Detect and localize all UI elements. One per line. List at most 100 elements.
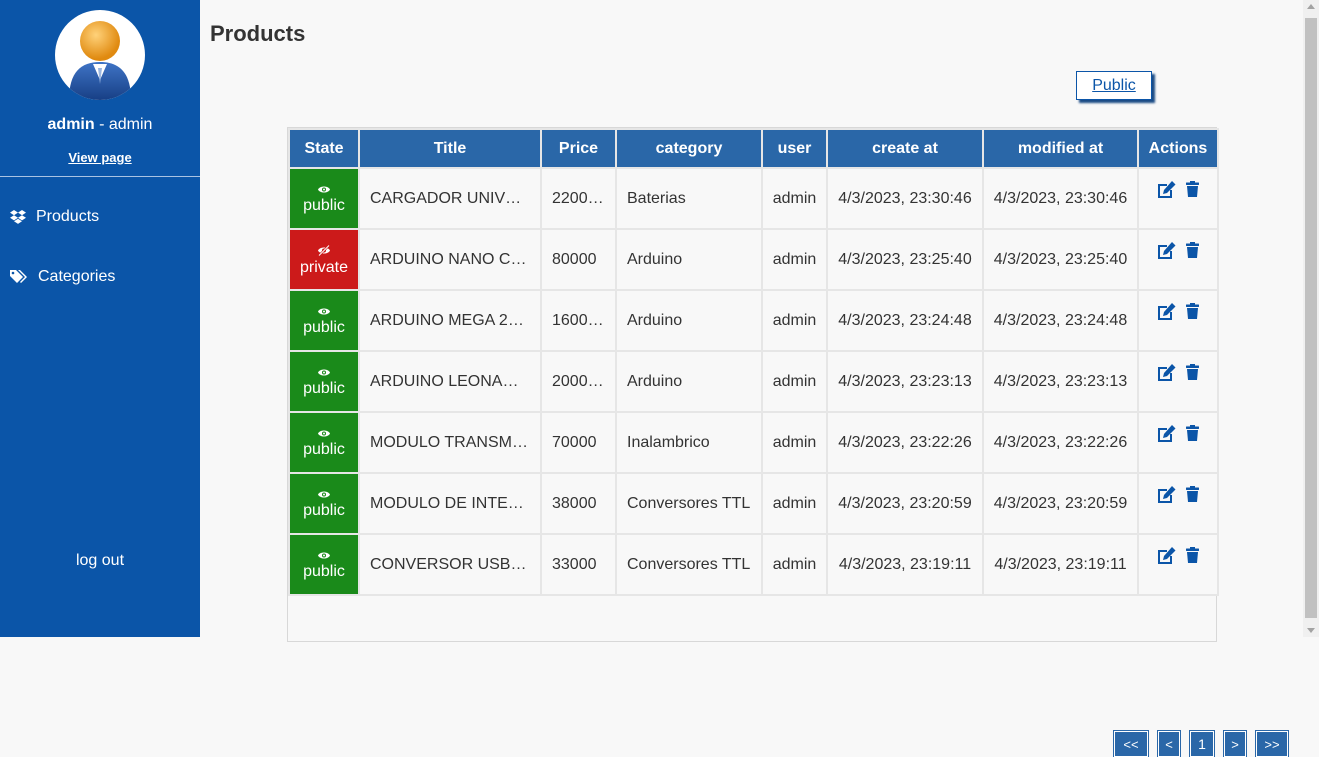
col-header-category[interactable]: category [615, 128, 763, 169]
cell-category: Arduino [615, 289, 763, 352]
avatar [55, 10, 145, 100]
state-badge[interactable]: public [288, 350, 360, 413]
state-label: public [303, 379, 345, 397]
edit-icon[interactable] [1157, 242, 1176, 264]
state-badge[interactable]: public [288, 533, 360, 596]
table-row: public CARGADOR UNIVERSAL 220000 Baterias ad… [288, 167, 1219, 230]
trash-icon[interactable] [1186, 486, 1199, 507]
page-1-button[interactable]: 1 [1190, 731, 1214, 757]
sidebar-item-categories[interactable]: Categories [10, 265, 115, 289]
col-header-actions: Actions [1137, 128, 1219, 169]
state-label: public [303, 501, 345, 519]
col-header-modified-at[interactable]: modified at [982, 128, 1139, 169]
cell-modified-at: 4/3/2023, 23:30:46 [982, 167, 1139, 230]
cell-actions [1137, 167, 1219, 230]
edit-icon[interactable] [1157, 303, 1176, 325]
col-header-title[interactable]: Title [358, 128, 542, 169]
edit-icon[interactable] [1157, 547, 1176, 569]
edit-icon[interactable] [1157, 425, 1176, 447]
cell-title: MODULO TRANSMISOR [358, 411, 542, 474]
state-label: private [299, 258, 349, 276]
state-badge[interactable]: public [288, 411, 360, 474]
table-header-row: State Title Price category user create a… [288, 128, 1219, 169]
cell-price: 160000 [540, 289, 617, 352]
state-badge[interactable]: private [288, 228, 360, 291]
sidebar: admin - admin View page Products Categor… [0, 0, 200, 637]
state-badge[interactable]: public [288, 472, 360, 535]
cell-create-at: 4/3/2023, 23:22:26 [826, 411, 984, 474]
scroll-up-arrow-icon[interactable] [1307, 4, 1315, 9]
cell-actions [1137, 533, 1219, 596]
prev-page-button[interactable]: < [1158, 731, 1180, 757]
edit-icon[interactable] [1157, 181, 1176, 203]
sidebar-item-label: Categories [38, 268, 116, 285]
cell-category: Conversores TTL [615, 533, 763, 596]
trash-icon[interactable] [1186, 547, 1199, 568]
cell-create-at: 4/3/2023, 23:20:59 [826, 472, 984, 535]
state-label: public [303, 196, 345, 214]
main-content: Products Public State Title Price catego… [200, 0, 1303, 757]
cell-user: admin [761, 350, 828, 413]
table-row: public ARDUINO LEONARDO 200000 Arduino admin… [288, 350, 1219, 413]
cell-create-at: 4/3/2023, 23:24:48 [826, 289, 984, 352]
last-page-button[interactable]: >> [1256, 731, 1288, 757]
cell-user: admin [761, 472, 828, 535]
next-page-button[interactable]: > [1224, 731, 1246, 757]
col-header-create-at[interactable]: create at [826, 128, 984, 169]
scrollbar-thumb[interactable] [1305, 18, 1317, 618]
state-badge[interactable]: public [288, 289, 360, 352]
state-label: public [303, 562, 345, 580]
eye-icon [318, 308, 330, 314]
cell-user: admin [761, 228, 828, 291]
state-badge[interactable]: public [288, 167, 360, 230]
sidebar-divider [0, 176, 200, 177]
cell-title: ARDUINO MEGA 2560 [358, 289, 542, 352]
cell-title: ARDUINO LEONARDO [358, 350, 542, 413]
user-line: admin - admin [0, 116, 200, 134]
eye-slash-icon [318, 244, 330, 256]
cell-modified-at: 4/3/2023, 23:19:11 [982, 533, 1139, 596]
trash-icon[interactable] [1186, 425, 1199, 446]
view-page-link[interactable]: View page [0, 150, 200, 165]
cell-modified-at: 4/3/2023, 23:25:40 [982, 228, 1139, 291]
cell-price: 70000 [540, 411, 617, 474]
cell-title: MODULO DE INTERFAZ [358, 472, 542, 535]
edit-icon[interactable] [1157, 364, 1176, 386]
cell-actions [1137, 228, 1219, 291]
table-row: public ARDUINO MEGA 2560 160000 Arduino admi… [288, 289, 1219, 352]
cell-user: admin [761, 289, 828, 352]
table-row: private ARDUINO NANO CH340 80000 Arduino adm… [288, 228, 1219, 291]
trash-icon[interactable] [1186, 181, 1199, 202]
col-header-state[interactable]: State [288, 128, 360, 169]
sidebar-item-products[interactable]: Products [10, 205, 99, 229]
cell-actions [1137, 289, 1219, 352]
cell-modified-at: 4/3/2023, 23:20:59 [982, 472, 1139, 535]
scroll-down-arrow-icon[interactable] [1307, 628, 1315, 633]
cell-actions [1137, 350, 1219, 413]
public-button[interactable]: Public [1076, 71, 1152, 100]
cell-user: admin [761, 533, 828, 596]
products-table-container: State Title Price category user create a… [287, 127, 1288, 757]
cell-modified-at: 4/3/2023, 23:24:48 [982, 289, 1139, 352]
trash-icon[interactable] [1186, 303, 1199, 324]
table-body: public CARGADOR UNIVERSAL 220000 Baterias ad… [288, 167, 1219, 596]
logout-link[interactable]: log out [0, 552, 200, 570]
cell-price: 38000 [540, 472, 617, 535]
cell-category: Conversores TTL [615, 472, 763, 535]
trash-icon[interactable] [1186, 242, 1199, 263]
table-row: public MODULO TRANSMISOR 70000 Inalambrico a… [288, 411, 1219, 474]
table-row: public MODULO DE INTERFAZ 38000 Conversores… [288, 472, 1219, 535]
col-header-price[interactable]: Price [540, 128, 617, 169]
cell-user: admin [761, 411, 828, 474]
eye-icon [318, 186, 330, 192]
trash-icon[interactable] [1186, 364, 1199, 385]
edit-icon[interactable] [1157, 486, 1176, 508]
scrollbar[interactable] [1303, 0, 1319, 637]
eye-icon [318, 552, 330, 558]
col-header-user[interactable]: user [761, 128, 828, 169]
dropbox-icon [10, 210, 26, 224]
cell-modified-at: 4/3/2023, 23:22:26 [982, 411, 1139, 474]
first-page-button[interactable]: << [1114, 731, 1148, 757]
cell-actions [1137, 472, 1219, 535]
page-title: Products [210, 21, 306, 46]
